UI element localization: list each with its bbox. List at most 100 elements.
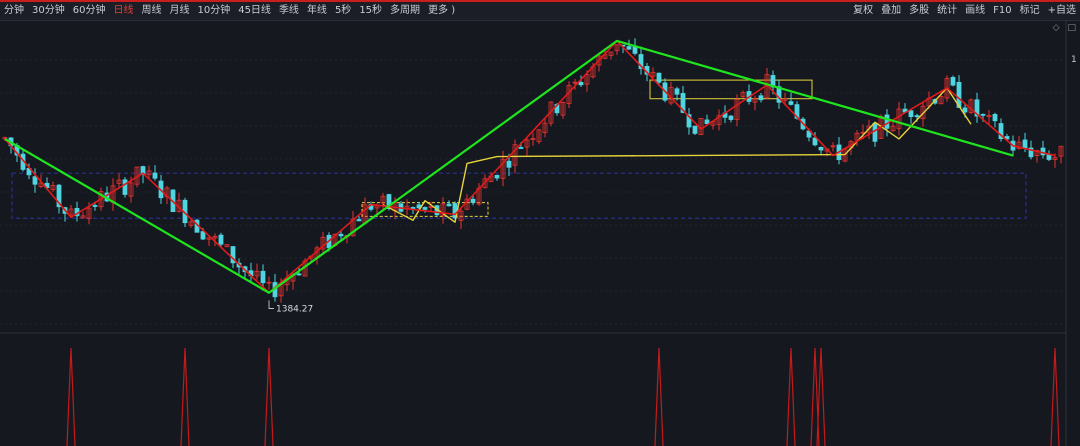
candle-body xyxy=(218,234,224,245)
candle xyxy=(404,199,410,216)
candle xyxy=(440,197,446,224)
candle xyxy=(80,211,86,219)
candle xyxy=(446,200,452,207)
candle-body xyxy=(884,114,890,129)
candle-body xyxy=(728,115,734,120)
candle xyxy=(110,178,116,211)
candle xyxy=(542,118,548,138)
candle xyxy=(1040,140,1046,159)
candle-body xyxy=(338,233,344,237)
candle-body xyxy=(122,179,128,195)
candle xyxy=(734,94,740,127)
candle-body xyxy=(704,119,710,125)
candle-body xyxy=(260,270,266,284)
candle-body xyxy=(506,160,512,168)
candle xyxy=(908,109,914,124)
candle xyxy=(998,118,1004,142)
candle-body xyxy=(914,115,920,118)
candle xyxy=(524,137,530,156)
candle xyxy=(494,174,500,181)
candle xyxy=(536,128,542,145)
candle-body xyxy=(674,88,680,95)
candle xyxy=(818,146,824,156)
candle-body xyxy=(494,174,500,179)
candle xyxy=(776,79,782,109)
candle-body xyxy=(200,231,206,240)
candle xyxy=(152,165,158,181)
candle xyxy=(758,92,764,103)
candle-body xyxy=(422,207,428,210)
candle xyxy=(686,108,692,135)
grid-layer: 1 xyxy=(0,20,1077,446)
candle xyxy=(896,101,902,136)
consolidation-box-major xyxy=(11,172,1027,219)
price-chart[interactable]: 1 1384.27 xyxy=(0,0,1080,446)
candle-body xyxy=(152,172,158,179)
price-axis-label: 1 xyxy=(1071,55,1077,65)
candle xyxy=(950,75,956,87)
low-marker xyxy=(268,300,274,309)
candle xyxy=(422,206,428,213)
candle xyxy=(974,92,980,123)
low-price-label: 1384.27 xyxy=(276,304,313,314)
candle-body xyxy=(788,101,794,105)
candle xyxy=(740,90,746,99)
candle xyxy=(728,114,734,123)
candle-body xyxy=(656,72,662,83)
candle-body xyxy=(446,203,452,207)
candle xyxy=(1058,145,1064,164)
signal-spike xyxy=(654,347,664,446)
candle-body xyxy=(980,113,986,116)
trend-layer xyxy=(4,39,1056,294)
candle xyxy=(248,262,254,282)
candle-body xyxy=(692,125,698,134)
candle xyxy=(614,44,620,56)
candle-body xyxy=(518,147,524,149)
signal-spike xyxy=(1050,347,1060,446)
signal-spike xyxy=(180,347,190,446)
candle-body xyxy=(1022,139,1028,149)
candle-body xyxy=(356,219,362,222)
candle xyxy=(716,109,722,131)
label-layer: 1384.27 xyxy=(268,300,313,314)
candle-body xyxy=(296,273,302,276)
candle-layer xyxy=(2,38,1064,303)
candle-body xyxy=(410,207,416,209)
box-layer xyxy=(11,79,1027,219)
candle xyxy=(320,231,326,253)
candle xyxy=(668,81,674,106)
candle xyxy=(608,51,614,60)
candle xyxy=(314,245,320,265)
candle xyxy=(122,176,128,198)
signal-spike xyxy=(786,347,796,446)
candle-body xyxy=(818,146,824,151)
candle xyxy=(50,181,56,192)
signal-indicator-pane xyxy=(66,347,1060,446)
candle-body xyxy=(758,95,764,101)
candle-body xyxy=(812,137,818,146)
candle-body xyxy=(92,205,98,207)
candle-body xyxy=(32,176,38,185)
candle xyxy=(992,112,998,128)
candle xyxy=(752,95,758,111)
candle xyxy=(746,84,752,105)
candle xyxy=(530,132,536,146)
candle-body xyxy=(992,114,998,122)
candle xyxy=(830,142,836,152)
candle xyxy=(266,276,272,290)
candle xyxy=(224,243,230,248)
trend-line-mid xyxy=(4,40,1056,294)
candle-body xyxy=(908,110,914,118)
signal-spike xyxy=(816,347,826,446)
candle xyxy=(560,101,566,119)
candle-body xyxy=(578,81,584,86)
candle xyxy=(638,46,644,75)
candle-body xyxy=(626,46,632,50)
candle-body xyxy=(470,198,476,203)
candle-body xyxy=(962,107,968,113)
candle xyxy=(872,122,878,147)
signal-spike xyxy=(264,347,274,446)
kline-chart-window: 分钟 30分钟 60分钟 日线 周线 月线 10分钟 45日线 季线 年线 5秒 15秒 多周期 更多 )… xyxy=(0,0,1080,446)
candle-body xyxy=(950,77,956,86)
candle xyxy=(692,125,698,136)
